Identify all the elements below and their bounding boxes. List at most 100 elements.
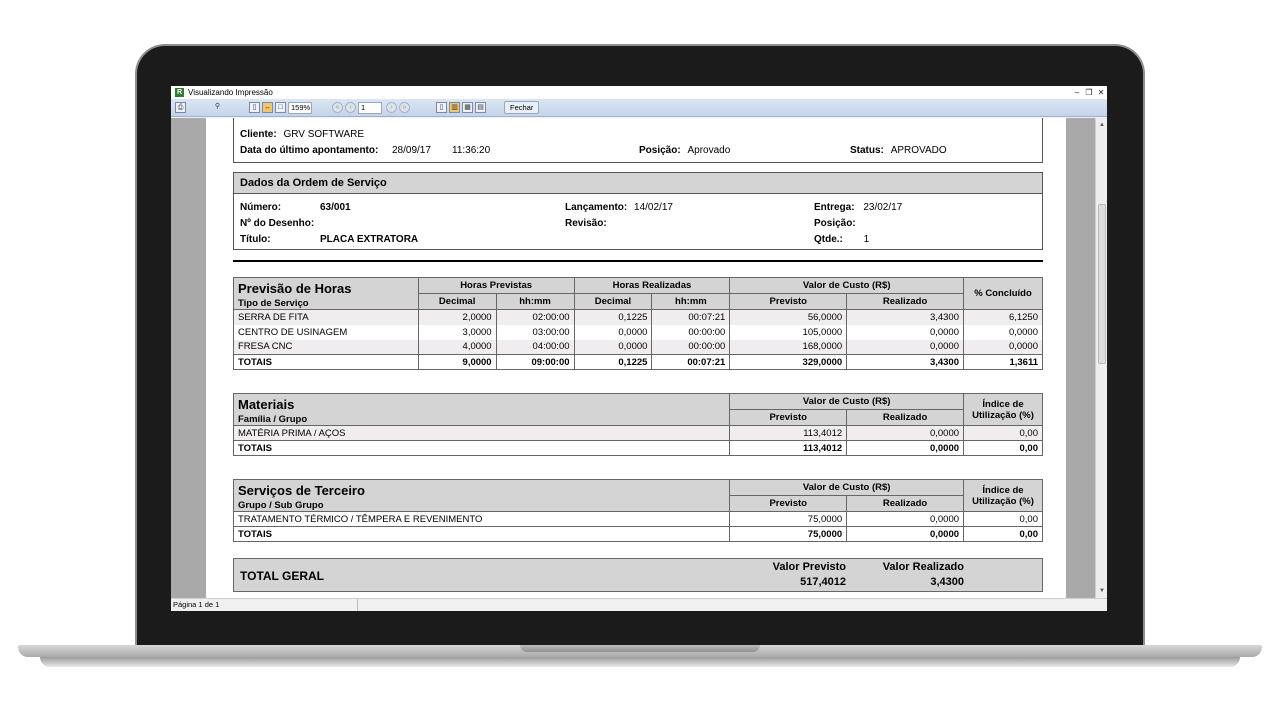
numero-label: Número:	[240, 202, 282, 213]
totals-row: TOTAIS 75,0000 0,0000 0,00	[232, 526, 1043, 542]
valor-custo-header: Valor de Custo (R$)	[729, 393, 965, 410]
cliente-value: GRV SOFTWARE	[283, 129, 365, 140]
desenho-label: Nº do Desenho:	[240, 218, 315, 229]
prev-page-icon[interactable]: ‹	[345, 102, 356, 113]
entrega-value: 23/02/17	[863, 202, 903, 213]
qtde-value: 1	[863, 234, 870, 245]
close-icon[interactable]: ✕	[1095, 88, 1107, 97]
horas-previstas-header: Horas Previstas	[417, 277, 575, 294]
table-row: SERRA DE FITA 2,0000 02:00:00 0,1225 00:07…	[233, 309, 1043, 325]
first-page-icon[interactable]: «	[332, 102, 343, 113]
multi-page-icon[interactable]: ▤	[475, 102, 486, 113]
tipo-servico: CENTRO DE USINAGEM	[233, 324, 419, 340]
scroll-thumb[interactable]	[1098, 204, 1106, 364]
status-bar: Página 1 de 1	[171, 598, 1107, 611]
table-row: MATÉRIA PRIMA / AÇOS 113,4012 0,0000 0,0…	[232, 425, 1043, 441]
valor-realizado-label: Valor Realizado	[882, 561, 964, 573]
next-page-icon[interactable]: ›	[386, 102, 397, 113]
minimize-icon[interactable]: –	[1071, 88, 1083, 97]
zoom-full-icon[interactable]: □	[275, 102, 286, 113]
hhmm-header: hh:mm	[495, 293, 575, 310]
previsto-header: Previsto	[729, 409, 848, 426]
previsto-header: Previsto	[729, 495, 848, 512]
section-divider	[233, 260, 1043, 262]
previsao-horas-table: Previsão de Horas Tipo de Serviço Horas …	[233, 277, 1043, 370]
laptop-mockup: R Visualizando Impressão – ❐ ✕ ⎙ ⚲ ▯ ↔ □…	[0, 0, 1280, 720]
four-page-icon[interactable]: ▦	[462, 102, 473, 113]
numero-value: 63/001	[320, 202, 351, 213]
titulo-value: PLACA EXTRATORA	[320, 234, 419, 245]
valor-previsto-label: Valor Previsto	[772, 561, 846, 573]
scroll-up-icon[interactable]: ▲	[1097, 120, 1107, 130]
tipo-servico: SERRA DE FITA	[233, 309, 419, 325]
horas-realizadas-header: Horas Realizadas	[573, 277, 731, 294]
zoom-width-icon[interactable]: ↔	[262, 102, 273, 113]
valor-previsto-value: 517,4012	[800, 576, 846, 588]
restore-icon[interactable]: ❐	[1083, 88, 1095, 97]
close-preview-button[interactable]: Fechar	[504, 101, 540, 114]
preview-viewport[interactable]: Cliente: GRV SOFTWARE Data do último apo…	[171, 118, 1095, 598]
window-title: Visualizando Impressão	[188, 88, 273, 97]
last-page-icon[interactable]: »	[399, 102, 410, 113]
valor-realizado-value: 3,4300	[930, 576, 964, 588]
indice-utilizacao-header: Índice de Utilização (%)	[963, 393, 1043, 426]
titulo-label: Título:	[240, 234, 271, 245]
ultimo-apontamento-label: Data do último apontamento:	[240, 145, 379, 156]
ultimo-data: 28/09/17	[392, 145, 431, 156]
decimal-header: Decimal	[573, 293, 653, 310]
valor-custo-header: Valor de Custo (R$)	[729, 277, 964, 294]
scroll-down-icon[interactable]: ▼	[1097, 586, 1107, 596]
page-status: Página 1 de 1	[173, 599, 358, 611]
realizado-header: Realizado	[846, 495, 965, 512]
posicao-label: Posição:	[639, 145, 681, 156]
totals-row: TOTAIS 113,4012 0,0000 0,00	[232, 440, 1043, 456]
zoom-input[interactable]: 159%	[288, 101, 312, 114]
app-icon: R	[175, 88, 184, 97]
ordem-posicao-label: Posição:	[814, 218, 856, 229]
ordem-servico-title: Dados da Ordem de Serviço	[234, 173, 1042, 194]
materiais-title-cell: Materiais Família / Grupo	[232, 393, 731, 426]
vertical-scrollbar[interactable]: ▲ ▼	[1095, 118, 1107, 598]
valor-custo-header: Valor de Custo (R$)	[729, 479, 965, 496]
two-page-icon[interactable]: ▥	[449, 102, 460, 113]
table-row: TRATAMENTO TÉRMICO / TÊMPERA E REVENIMEN…	[232, 511, 1043, 527]
total-geral-label: TOTAL GERAL	[240, 569, 324, 583]
print-icon[interactable]: ⎙	[175, 102, 186, 113]
ultimo-hora: 11:36:20	[452, 145, 491, 156]
decimal-header: Decimal	[417, 293, 497, 310]
concluido-header: % Concluído	[963, 277, 1043, 310]
qtde-label: Qtde.:	[814, 234, 843, 245]
page-input[interactable]: 1	[358, 101, 382, 114]
print-preview-window: R Visualizando Impressão – ❐ ✕ ⎙ ⚲ ▯ ↔ □…	[171, 86, 1107, 611]
revisao-label: Revisão:	[565, 218, 607, 229]
status-value: APROVADO	[890, 145, 947, 156]
indice-utilizacao-header: Índice de Utilização (%)	[963, 479, 1043, 512]
tipo-servico: FRESA CNC	[233, 339, 419, 355]
find-icon[interactable]: ⚲	[212, 102, 223, 113]
servicos-terceiro-table: Serviços de Terceiro Grupo / Sub Grupo V…	[232, 479, 1043, 542]
toolbar: ⎙ ⚲ ▯ ↔ □ 159% « ‹ 1 › » ▯ ▥ ▦ ▤ Fechar	[171, 99, 1107, 117]
title-bar: R Visualizando Impressão – ❐ ✕	[171, 86, 1107, 99]
entrega-label: Entrega:	[814, 202, 855, 213]
previsto-header: Previsto	[729, 293, 848, 310]
terceiros-title-cell: Serviços de Terceiro Grupo / Sub Grupo	[232, 479, 731, 512]
client-info-box: Cliente: GRV SOFTWARE Data do último apo…	[233, 118, 1043, 163]
lancamento-value: 14/02/17	[634, 202, 673, 213]
posicao-value: Aprovado	[687, 145, 731, 156]
horas-title-cell: Previsão de Horas Tipo de Serviço	[233, 277, 419, 310]
hhmm-header: hh:mm	[651, 293, 731, 310]
totals-row: TOTAIS 9,0000 09:00:00 0,1225 00:07:21 329…	[233, 354, 1043, 370]
laptop-base-shadow	[40, 657, 1240, 667]
cliente-label: Cliente:	[240, 129, 277, 140]
table-row: FRESA CNC 4,0000 04:00:00 0,0000 00:00:00 …	[233, 339, 1043, 355]
single-page-icon[interactable]: ▯	[436, 102, 447, 113]
status-label: Status:	[850, 145, 884, 156]
realizado-header: Realizado	[846, 409, 965, 426]
zoom-page-icon[interactable]: ▯	[249, 102, 260, 113]
report-page: Cliente: GRV SOFTWARE Data do último apo…	[206, 118, 1066, 598]
table-row: CENTRO DE USINAGEM 3,0000 03:00:00 0,0000…	[233, 324, 1043, 340]
ordem-servico-box: Dados da Ordem de Serviço Número: 63/001…	[233, 172, 1043, 250]
laptop-notch	[520, 645, 760, 652]
materiais-table: Materiais Família / Grupo Valor de Custo…	[232, 393, 1043, 456]
lancamento-label: Lançamento:	[565, 202, 628, 213]
